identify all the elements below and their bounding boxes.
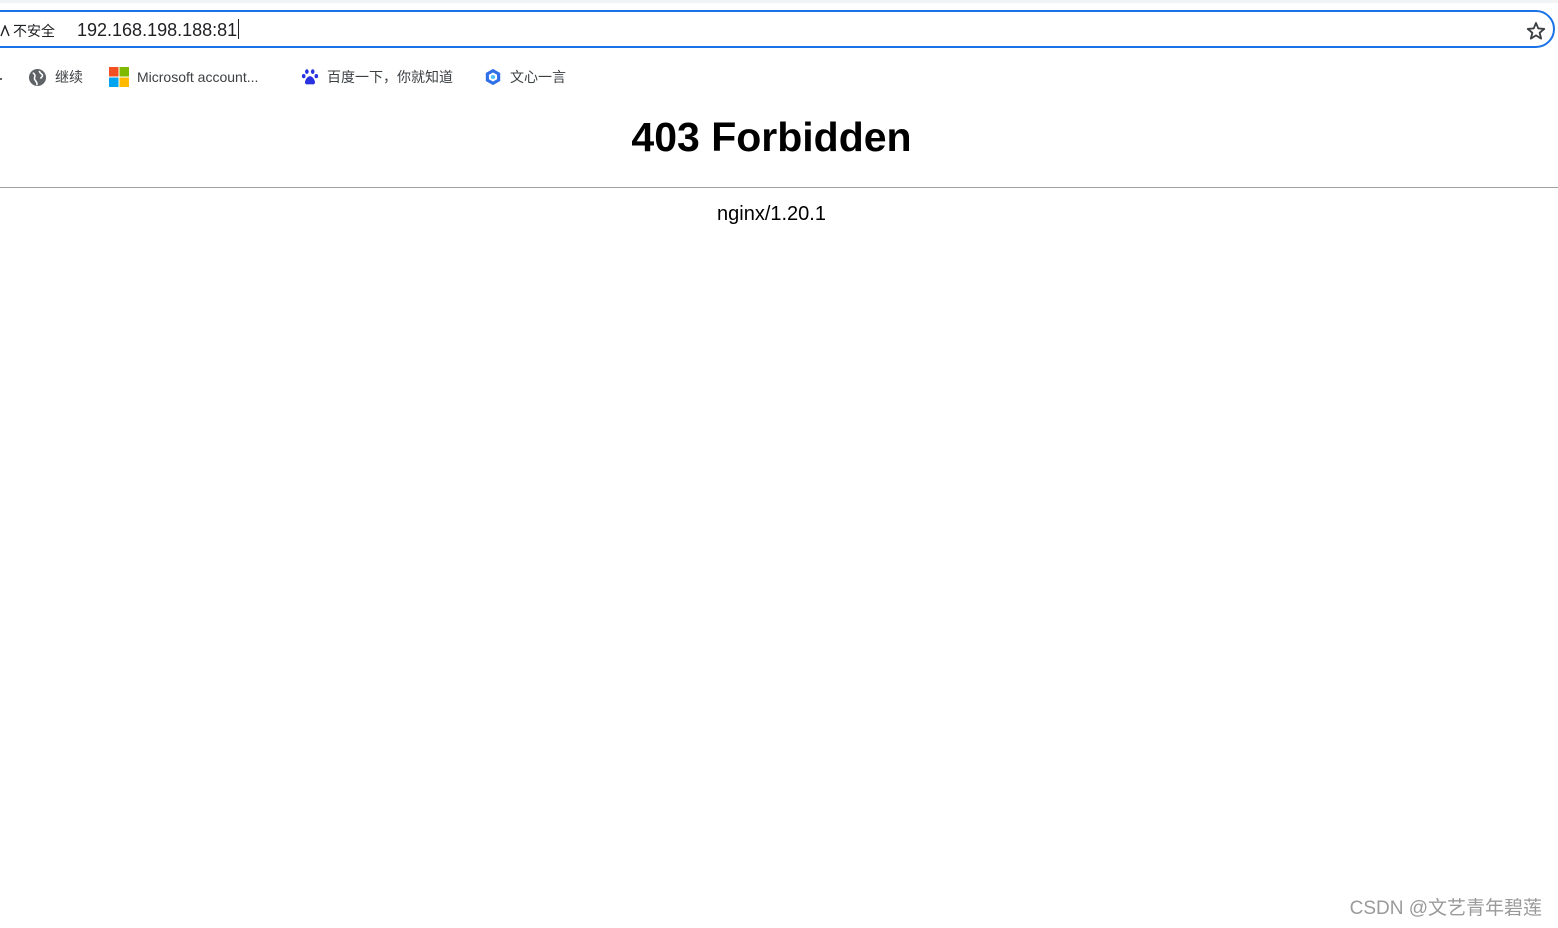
security-label: 不安全: [13, 23, 55, 39]
bookmark-label: 继续: [55, 69, 83, 85]
baidu-paw-icon: [301, 69, 319, 85]
csdn-watermark: CSDN @文艺青年碧莲: [1349, 898, 1542, 919]
microsoft-logo-icon: [109, 67, 129, 87]
text-caret: [238, 19, 240, 39]
url-input[interactable]: 192.168.198.188:81: [77, 18, 240, 42]
bookmark-baidu[interactable]: 百度一下，你就知道: [301, 64, 453, 90]
warning-triangle-icon: [0, 25, 10, 37]
browser-window: 不安全 192.168.198.188:81 继续 Microsoft acco…: [0, 0, 1558, 928]
url-text: 192.168.198.188:81: [77, 20, 238, 40]
bookmarks-bar: 继续 Microsoft account... 百度一下，你就知道 文心一言: [0, 64, 1558, 90]
security-indicator[interactable]: 不安全: [0, 21, 55, 41]
tab-strip: [0, 0, 1558, 3]
wenxin-cube-icon: [485, 68, 501, 86]
bookmark-star-icon[interactable]: [1525, 20, 1547, 42]
bookmark-wenxin-yiyan[interactable]: 文心一言: [484, 64, 566, 90]
server-signature: nginx/1.20.1: [717, 203, 826, 225]
bookmark-label: 百度一下，你就知道: [327, 69, 453, 85]
bookmark-label: Microsoft account...: [137, 69, 259, 85]
bookmarks-overflow-indicator: [0, 78, 2, 80]
bookmark-continue[interactable]: 继续: [28, 64, 83, 90]
horizontal-divider: [0, 187, 1558, 188]
bookmark-microsoft-account[interactable]: Microsoft account...: [109, 64, 258, 90]
bookmark-label: 文心一言: [510, 69, 566, 85]
globe-icon: [28, 68, 47, 86]
page-title: 403 Forbidden: [631, 114, 912, 160]
